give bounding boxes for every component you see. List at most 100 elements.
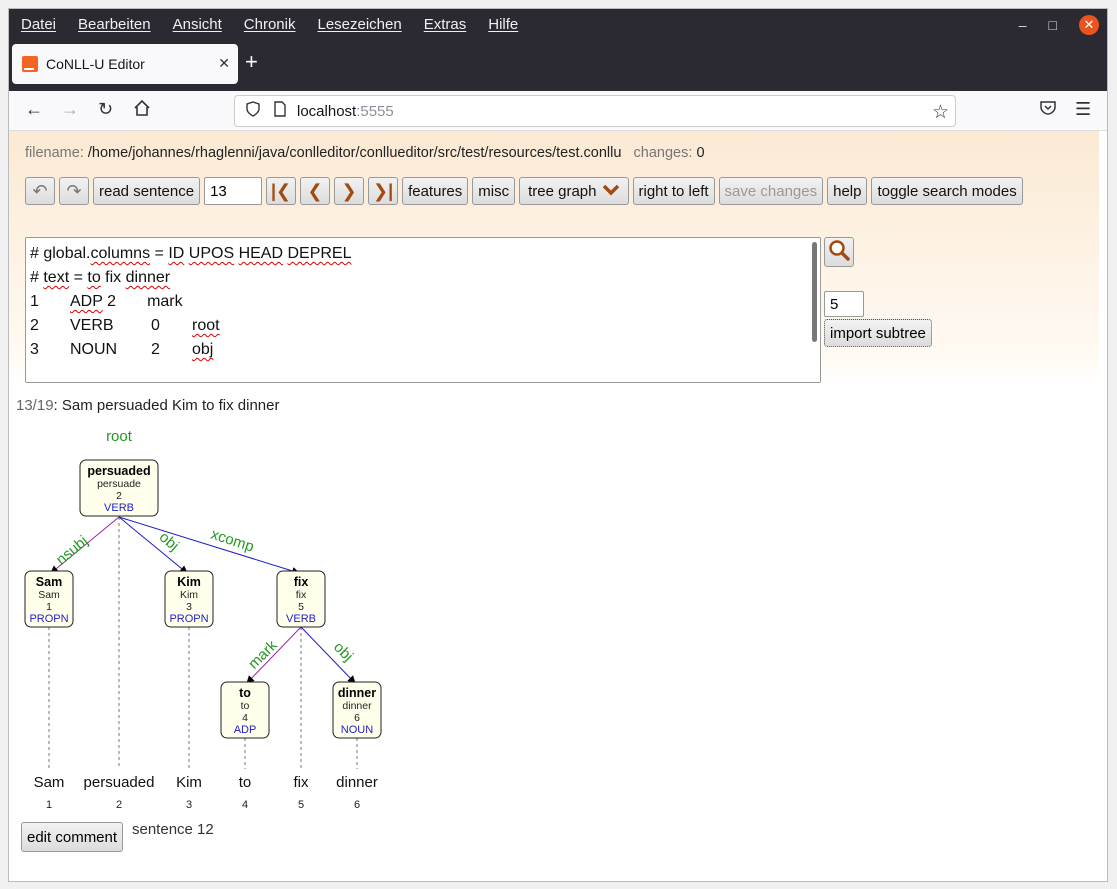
first-sentence-button[interactable]: |❮ xyxy=(266,177,297,205)
node-form: dinner xyxy=(338,686,376,700)
shield-icon[interactable] xyxy=(245,101,261,121)
edit-comment-button[interactable]: edit comment xyxy=(21,822,124,852)
previous-sentence-button[interactable]: ❮ xyxy=(300,177,331,205)
node-upos: PROPN xyxy=(29,613,68,625)
word-form: Sam xyxy=(34,774,65,791)
node-form: to xyxy=(239,686,251,700)
menu-bearbeiten[interactable]: Bearbeiten xyxy=(78,16,151,33)
filename-line: filename: /home/johannes/rhaglenni/java/… xyxy=(25,145,705,161)
tree-node-sam[interactable]: Sam Sam 1 PROPN xyxy=(24,570,74,628)
node-lemma: to xyxy=(241,700,250,712)
l1-word: columns xyxy=(90,245,151,262)
tree-node-dinner[interactable]: dinner dinner 6 NOUN xyxy=(332,681,382,739)
editor-row-3: 3 NOUN 2 obj xyxy=(30,338,816,362)
word-form: fix xyxy=(294,774,310,791)
node-form: fix xyxy=(294,575,309,589)
l1-upos: UPOS xyxy=(188,245,235,262)
right-to-left-button[interactable]: right to left xyxy=(632,177,715,205)
tree-graph-select[interactable]: tree graph xyxy=(519,177,629,205)
pocket-icon[interactable] xyxy=(1039,99,1057,122)
hamburger-menu-icon[interactable]: ☰ xyxy=(1075,99,1091,120)
home-icon[interactable] xyxy=(133,99,151,122)
toggle-search-modes-button[interactable]: toggle search modes xyxy=(871,177,1023,205)
import-subtree-button[interactable]: import subtree xyxy=(824,319,932,347)
next-sentence-button[interactable]: ❯ xyxy=(334,177,365,205)
subtree-id-input[interactable] xyxy=(824,291,864,317)
node-lemma: Sam xyxy=(38,589,60,601)
row2-deprel: root xyxy=(192,317,220,334)
menu-lesezeichen[interactable]: Lesezeichen xyxy=(317,16,401,33)
search-button[interactable] xyxy=(824,237,854,267)
node-id: 4 xyxy=(242,712,248,724)
tree-node-to[interactable]: to to 4 ADP xyxy=(220,681,270,739)
url-port: :5555 xyxy=(356,102,394,120)
new-tab-icon[interactable]: + xyxy=(245,51,258,73)
node-upos: PROPN xyxy=(169,613,208,625)
sentence-number-input[interactable] xyxy=(204,177,263,205)
redo-button[interactable]: ↷ xyxy=(59,177,89,205)
filename-label: filename: xyxy=(25,145,84,161)
undo-icon: ↶ xyxy=(32,180,48,201)
favicon-icon xyxy=(22,56,38,72)
node-lemma: persuade xyxy=(97,478,141,490)
word-index: 4 xyxy=(242,799,248,811)
tab-close-icon[interactable]: ✕ xyxy=(218,55,230,72)
sentence-text: : Sam persuaded Kim to fix dinner xyxy=(53,397,280,414)
help-button[interactable]: help xyxy=(827,177,868,205)
redo-icon: ↷ xyxy=(66,180,82,201)
conllu-editor[interactable]: # global.columns = ID UPOS HEAD DEPREL #… xyxy=(25,237,821,383)
l1-id: ID xyxy=(168,245,185,262)
tree-node-persuaded[interactable]: persuaded persuade 2 VERB xyxy=(79,459,159,517)
row1-head: 2 xyxy=(107,293,116,310)
menu-chronik[interactable]: Chronik xyxy=(244,16,296,33)
bookmark-star-icon[interactable]: ☆ xyxy=(932,101,949,124)
editor-scrollbar[interactable] xyxy=(812,242,817,342)
next-icon: ❯ xyxy=(341,180,357,201)
editor-line-2: # text = to fix dinner xyxy=(30,266,816,290)
node-form: Kim xyxy=(177,575,201,589)
url-bar[interactable]: localhost:5555 ☆ xyxy=(234,95,956,127)
dependency-tree: root nsubj obj xcomp mark obj persuaded … xyxy=(24,428,382,811)
editor-row-1: 1 ADP 2 mark xyxy=(30,290,816,314)
read-sentence-button[interactable]: read sentence xyxy=(93,177,201,205)
url-host: localhost xyxy=(297,102,357,120)
first-icon: |❮ xyxy=(271,180,292,201)
menu-datei[interactable]: Datei xyxy=(21,16,56,33)
undo-button[interactable]: ↶ xyxy=(25,177,55,205)
editor-line-1: # global.columns = ID UPOS HEAD DEPREL xyxy=(30,242,816,266)
tab-title: CoNLL-U Editor xyxy=(46,56,145,72)
navigation-bar: ← → ↻ localhost:5555 ☆ ☰ xyxy=(9,91,1107,131)
maximize-icon[interactable]: □ xyxy=(1049,17,1057,33)
misc-button[interactable]: misc xyxy=(472,177,516,205)
l2-fix: fix xyxy=(100,269,126,286)
last-sentence-button[interactable]: ❯| xyxy=(368,177,399,205)
node-upos: VERB xyxy=(286,613,316,625)
row3-upos: NOUN xyxy=(70,341,118,358)
save-changes-button[interactable]: save changes xyxy=(718,177,824,205)
minimize-icon[interactable]: – xyxy=(1019,17,1027,33)
node-upos: VERB xyxy=(104,502,134,514)
close-window-icon[interactable]: ✕ xyxy=(1079,15,1099,35)
node-id: 2 xyxy=(116,490,122,502)
node-id: 6 xyxy=(354,712,360,724)
forward-icon[interactable]: → xyxy=(61,99,79,120)
page-icon[interactable] xyxy=(273,101,287,121)
row1-deprel: mark xyxy=(147,293,183,310)
menu-hilfe[interactable]: Hilfe xyxy=(488,16,518,33)
reload-icon[interactable]: ↻ xyxy=(98,99,113,120)
word-form: to xyxy=(239,774,252,791)
search-icon xyxy=(828,239,850,266)
row1-id: 1 xyxy=(30,293,39,310)
l2-to: to xyxy=(87,269,101,286)
features-button[interactable]: features xyxy=(402,177,469,205)
menu-bar: Datei Bearbeiten Ansicht Chronik Lesezei… xyxy=(9,9,540,39)
node-lemma: fix xyxy=(296,589,307,601)
menu-ansicht[interactable]: Ansicht xyxy=(173,16,222,33)
menu-extras[interactable]: Extras xyxy=(424,16,467,33)
word-form: persuaded xyxy=(84,774,155,791)
back-icon[interactable]: ← xyxy=(25,99,43,120)
browser-tab[interactable]: CoNLL-U Editor ✕ xyxy=(12,44,238,84)
title-bar: Datei Bearbeiten Ansicht Chronik Lesezei… xyxy=(9,9,1107,91)
tree-node-fix[interactable]: fix fix 5 VERB xyxy=(276,570,326,628)
tree-node-kim[interactable]: Kim Kim 3 PROPN xyxy=(164,570,214,628)
